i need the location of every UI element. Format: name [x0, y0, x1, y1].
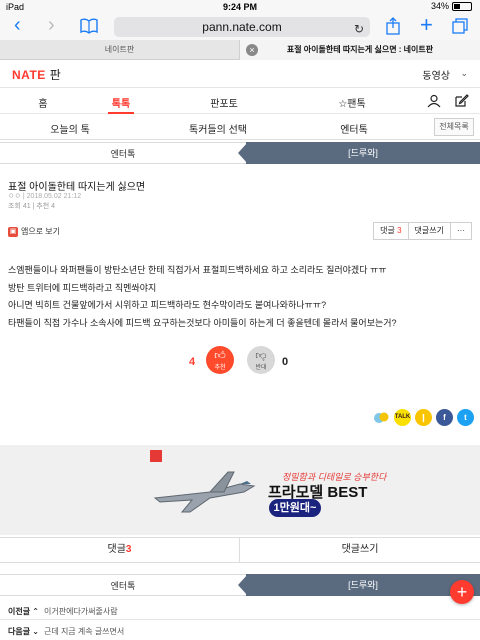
prev-title[interactable]: 이거판에다가써줄사람 [44, 606, 118, 617]
battery-percent: 34% [430, 1, 449, 11]
segment-arrow [238, 574, 248, 596]
browser-tab-strip: 네이트판 표절 아이돌한테 따지는게 싫으면 : 네이트판 × [0, 40, 480, 60]
bookmarks-icon[interactable] [80, 18, 98, 37]
sub-nav-enter[interactable]: 엔터톡 [334, 121, 374, 136]
kakaostory-icon[interactable] [373, 409, 390, 426]
nav-pantok[interactable]: ☆팬톡 [336, 95, 368, 110]
nav-panphoto[interactable]: 판포토 [204, 95, 244, 110]
downvote-button[interactable]: 👎︎ 반대 [247, 346, 275, 374]
post-author-date: ㅇㅇ | 2018.05.02 21:12 [8, 193, 82, 200]
profile-icon[interactable] [427, 94, 441, 111]
address-bar[interactable]: pann.nate.com ↻ [114, 17, 370, 37]
downvote-count: 0 [282, 356, 289, 368]
sub-nav-today[interactable]: 오늘의 톡 [40, 121, 100, 136]
nav-home[interactable]: 홈 [28, 95, 58, 110]
next-post-row[interactable]: 다음글 ⌄ 근데 지금 계속 글쓰면서 [0, 620, 480, 640]
category-entertok[interactable]: 엔터톡 [0, 574, 246, 596]
star-icon: ☆ [338, 99, 348, 110]
sub-nav: 오늘의 톡 톡커들의 선택 엔터톡 전체목록 [0, 114, 480, 140]
kakaotalk-icon[interactable]: TALK [394, 409, 411, 426]
sub-nav-best[interactable]: 톡커들의 선택 [178, 121, 258, 136]
nate-logo[interactable]: NATE 판 [12, 66, 61, 83]
share-icon[interactable] [386, 17, 400, 38]
category-switch-top: 엔터톡 [드루와] [0, 142, 480, 164]
post-body: 스엠팬들이나 와퍼팬들이 방탄소년단 한테 직접가서 표절피드백하세요 하고 소… [8, 262, 472, 332]
ad-brand-mark [150, 450, 162, 462]
close-tab-icon[interactable]: × [246, 44, 258, 56]
full-list-button[interactable]: 전체목록 [434, 118, 474, 136]
battery-icon [452, 1, 472, 11]
browser-tab-active[interactable]: 표절 아이돌한테 따지는게 싫으면 : 네이트판 [240, 40, 480, 60]
user-menu[interactable]: 동영상 [422, 67, 450, 82]
back-icon[interactable]: ‹ [14, 14, 21, 37]
twitter-icon[interactable]: t [457, 409, 474, 426]
facebook-icon[interactable]: f [436, 409, 453, 426]
prev-post-row[interactable]: 이전글 ⌃ 이거판에다가써줄사람 [0, 600, 480, 620]
kakao-icon[interactable]: ❙ [415, 409, 432, 426]
thumbs-up-icon: 👍︎ [214, 350, 226, 362]
category-entertok[interactable]: 엔터톡 [0, 142, 246, 164]
body-line: 스엠팬들이나 와퍼팬들이 방탄소년단 한테 직접가서 표절피드백하세요 하고 소… [8, 265, 387, 275]
nav-toktok[interactable]: 톡톡 [106, 95, 136, 110]
reload-icon[interactable]: ↻ [354, 19, 364, 39]
url-text: pann.nate.com [202, 20, 282, 34]
bottom-comment-bar: 댓글3 댓글쓰기 [0, 537, 480, 563]
segment-arrow [238, 142, 248, 164]
category-switch-bottom: 엔터톡 [드루와] [0, 574, 480, 596]
prev-label: 이전글 ⌃ [8, 607, 40, 616]
upvote-count: 4 [189, 356, 196, 368]
clock: 9:24 PM [222, 2, 257, 12]
browser-tab[interactable]: 네이트판 [0, 40, 240, 60]
site-header: NATE 판 동영상 ⌄ [0, 60, 480, 88]
bottom-comment-count[interactable]: 댓글3 [0, 538, 240, 562]
ad-price-pill: 1만원대~ [269, 499, 321, 517]
jet-image [150, 462, 260, 520]
browser-toolbar: ‹ › pann.nate.com ↻ + [0, 14, 480, 40]
share-buttons: TALK ❙ f t [373, 409, 474, 426]
category-druwa[interactable]: [드루와] [246, 574, 480, 596]
write-icon[interactable] [454, 93, 469, 111]
app-icon: ▣ [8, 226, 18, 237]
body-line: 타팬들이 직접 가수나 소속사에 피드백 요구하는것보다 아미들이 하는게 더 … [8, 317, 397, 328]
chevron-down-icon[interactable]: ⌄ [460, 68, 468, 79]
bottom-write-comment[interactable]: 댓글쓰기 [240, 538, 480, 562]
next-label: 다음글 ⌄ [8, 627, 40, 636]
battery-indicator: 34% [431, 1, 472, 11]
thumbs-down-icon: 👎︎ [255, 350, 267, 362]
category-druwa[interactable]: [드루와] [246, 142, 480, 164]
body-line: 방탄 트위터에 피드백하라고 직멘쏴야지 [8, 282, 157, 293]
comment-actions: 댓글 3 댓글쓰기 ··· [373, 222, 472, 240]
open-in-app-button[interactable]: ▣ 앱으로 보기 [8, 226, 60, 237]
body-line: 아니면 빅히트 건물앞에가서 시위하고 피드백하라도 현수막이라도 붙여나와하나… [8, 300, 327, 310]
forward-icon[interactable]: › [48, 14, 55, 37]
status-bar: iPad 9:24 PM 34% [0, 0, 480, 14]
post-stats: 조회 41 | 추천 4 [8, 203, 56, 210]
upvote-button[interactable]: 👍︎ 추천 [206, 346, 234, 374]
new-tab-icon[interactable]: + [420, 14, 433, 36]
more-button[interactable]: ··· [451, 223, 471, 239]
write-comment-button[interactable]: 댓글쓰기 [409, 223, 451, 239]
next-title[interactable]: 근데 지금 계속 글쓰면서 [44, 626, 124, 637]
tabs-icon[interactable] [452, 18, 468, 37]
main-nav: 홈 톡톡 판포토 ☆팬톡 [0, 88, 480, 114]
comment-count-button[interactable]: 댓글 3 [374, 223, 409, 239]
